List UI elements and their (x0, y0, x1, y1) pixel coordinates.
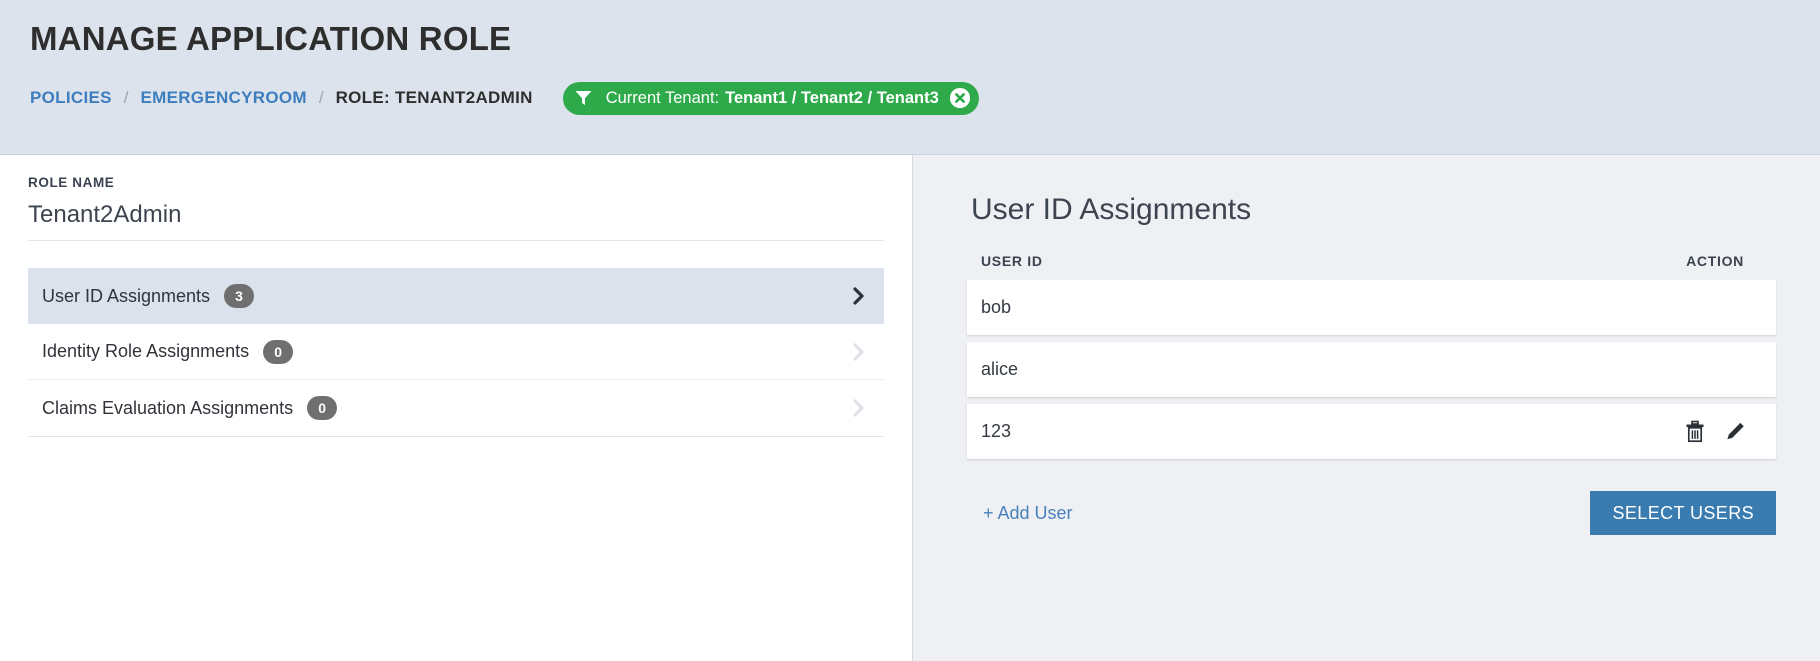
breadcrumb-link-emergencyroom[interactable]: EMERGENCYROOM (140, 88, 306, 108)
panel-footer: + Add User SELECT USERS (967, 491, 1776, 535)
row-action-buttons (1684, 420, 1746, 443)
assignment-item-user-id[interactable]: User ID Assignments 3 (28, 268, 884, 324)
table-header: USER ID ACTION (967, 253, 1776, 269)
assignment-label: User ID Assignments (42, 285, 211, 306)
table-row[interactable]: 123 (967, 404, 1776, 459)
pencil-icon[interactable] (1724, 420, 1746, 443)
breadcrumb-current-role: ROLE: TENANT2ADMIN (335, 88, 533, 107)
assignments-list: User ID Assignments 3 Identity Role Assi… (28, 268, 884, 437)
cell-user-id: bob (981, 297, 1012, 317)
assignment-count-badge: 0 (263, 339, 294, 364)
manage-application-role-page: MANAGE APPLICATION ROLE POLICIES / EMERG… (0, 0, 1820, 661)
chevron-right-icon (850, 341, 868, 363)
breadcrumb: POLICIES / EMERGENCYROOM / ROLE: TENANT2… (30, 81, 1820, 115)
cell-user-id: alice (981, 359, 1019, 379)
page-body: ROLE NAME Tenant2Admin User ID Assignmen… (0, 155, 1820, 661)
user-id-assignments-pane: User ID Assignments USER ID ACTION bob a… (913, 155, 1820, 661)
assignment-count-badge: 0 (307, 396, 338, 420)
current-tenant-badge[interactable]: Current Tenant: Tenant1 / Tenant2 / Tena… (562, 81, 979, 115)
page-header: MANAGE APPLICATION ROLE POLICIES / EMERG… (0, 0, 1820, 155)
current-tenant-value: Tenant1 / Tenant2 / Tenant3 (725, 88, 939, 107)
breadcrumb-link-policies[interactable]: POLICIES (30, 88, 112, 108)
breadcrumb-separator-1: / (123, 88, 129, 107)
column-header-user-id: USER ID (981, 253, 1043, 269)
trash-icon[interactable] (1684, 420, 1706, 443)
page-title: MANAGE APPLICATION ROLE (30, 20, 512, 57)
cell-user-id: 123 (981, 421, 1012, 441)
assignment-label: Identity Role Assignments (42, 341, 250, 361)
assignment-item-identity-role[interactable]: Identity Role Assignments 0 (28, 324, 884, 380)
table-row[interactable]: bob (967, 280, 1776, 335)
panel-title: User ID Assignments (971, 193, 1252, 226)
user-id-table: bob alice 123 (967, 280, 1776, 459)
select-users-button[interactable]: SELECT USERS (1590, 491, 1776, 535)
add-user-link[interactable]: + Add User (983, 503, 1073, 524)
column-header-action: ACTION (1686, 253, 1744, 269)
chevron-right-icon (850, 397, 868, 419)
assignment-count-badge: 3 (224, 284, 255, 308)
role-detail-pane: ROLE NAME Tenant2Admin User ID Assignmen… (0, 155, 913, 661)
assignment-label: Claims Evaluation Assignments (42, 397, 294, 418)
role-name-input[interactable]: Tenant2Admin (28, 201, 884, 241)
chevron-right-icon (850, 285, 868, 307)
current-tenant-label: Current Tenant: (605, 88, 720, 107)
close-circle-icon[interactable] (949, 88, 970, 108)
table-row[interactable]: alice (967, 342, 1776, 397)
funnel-icon (575, 90, 592, 106)
role-name-label: ROLE NAME (28, 175, 115, 190)
assignment-item-claims-evaluation[interactable]: Claims Evaluation Assignments 0 (28, 380, 884, 436)
breadcrumb-separator-2: / (318, 88, 324, 107)
